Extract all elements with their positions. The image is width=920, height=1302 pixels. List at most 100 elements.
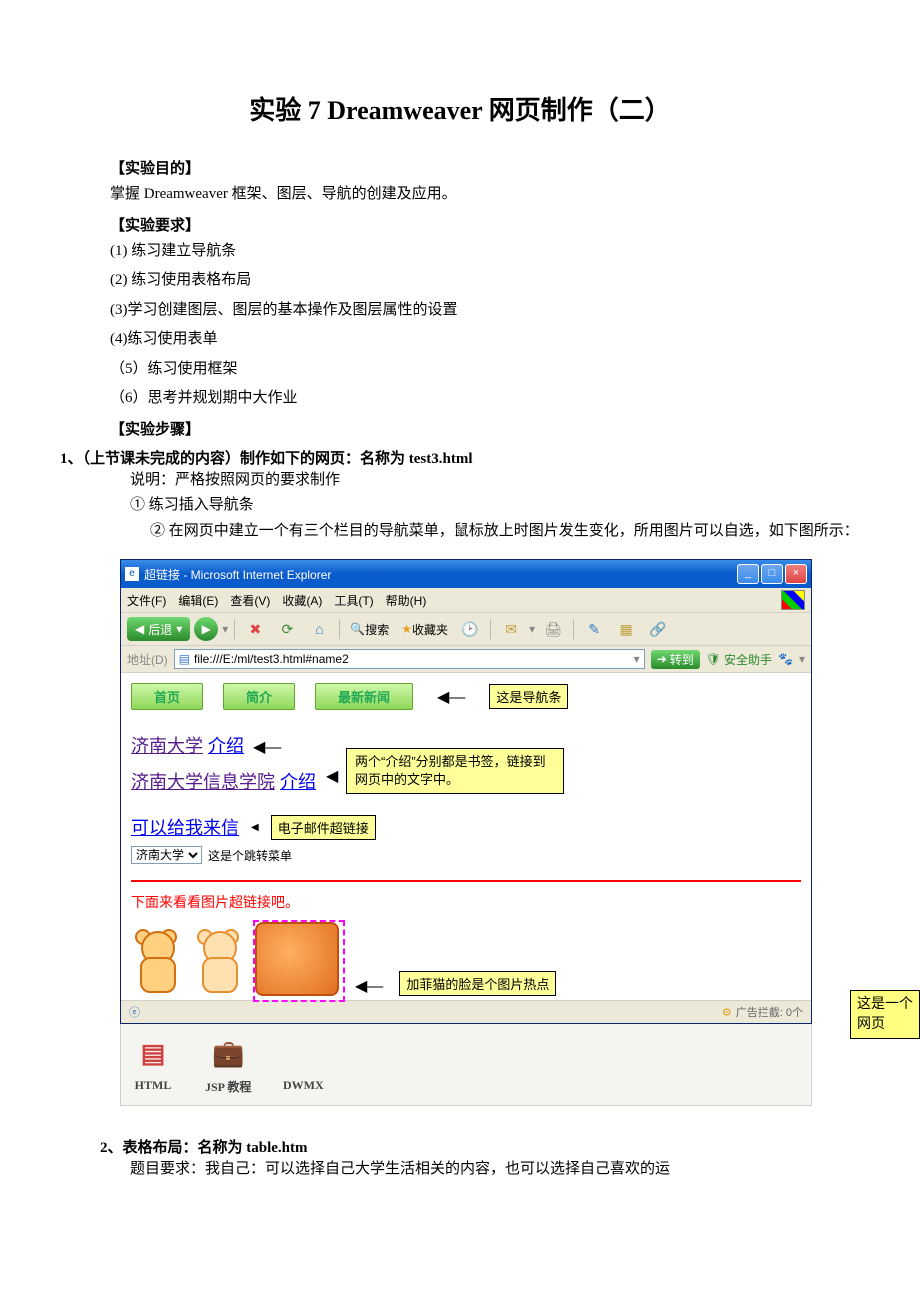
link-intro-1[interactable]: 介绍 <box>208 736 244 756</box>
security-helper[interactable]: 🛡 安全助手 <box>706 651 772 668</box>
heading-purpose: 【实验目的】 <box>110 157 860 178</box>
download-arrow-icon <box>281 1032 325 1076</box>
favorites-label: 收藏夹 <box>412 621 448 638</box>
separator <box>339 619 340 639</box>
ie-icon: e <box>125 567 139 581</box>
dropdown-icon: ▾ <box>176 622 182 636</box>
separator <box>573 619 574 639</box>
separator <box>490 619 491 639</box>
search-icon: 🔍 <box>350 622 365 636</box>
dropdown-icon: ▾ <box>799 652 805 666</box>
link-jinan-info[interactable]: 济南大学信息学院 <box>131 772 275 792</box>
go-button[interactable]: ➜ 转到 <box>651 650 700 669</box>
callout-email: 电子邮件超链接 <box>271 815 376 840</box>
status-left-icon: ⓔ <box>129 1004 140 1020</box>
mail-icon[interactable]: ✉ <box>497 618 525 640</box>
ad-block-icon: ⚙ <box>722 1006 732 1019</box>
menu-favorites[interactable]: 收藏(A) <box>282 592 322 609</box>
arrow-icon: ◀— <box>437 687 465 707</box>
link-jinan[interactable]: 济南大学 <box>131 736 203 756</box>
heading-steps: 【实验步骤】 <box>110 418 860 439</box>
step1-sub1: ① 练习插入导航条 <box>130 493 860 519</box>
windows-flag-icon <box>781 590 805 610</box>
maximize-button[interactable]: □ <box>761 564 783 584</box>
back-label: 后退 <box>148 621 172 638</box>
home-icon[interactable]: ⌂ <box>305 618 333 640</box>
link-icon[interactable]: 🔗 <box>644 618 672 640</box>
stop-icon[interactable]: ✖ <box>241 618 269 640</box>
app-html-label: HTML <box>131 1078 175 1093</box>
step2-desc: 题目要求：我自己：可以选择自己大学生活相关的内容，也可以选择自己喜欢的运 <box>130 1157 860 1183</box>
window-title: 超链接 - Microsoft Internet Explorer <box>144 566 331 583</box>
link-row-1: 济南大学 介绍 ◀— <box>131 732 316 758</box>
purpose-text: 掌握 Dreamweaver 框架、图层、导航的创建及应用。 <box>110 182 860 208</box>
favorites-button[interactable]: ★ 收藏夹 <box>397 618 452 640</box>
step1-title: 1、（上节课未完成的内容）制作如下的网页：名称为 test3.html <box>60 447 860 468</box>
app-dwmx[interactable]: DWMX <box>281 1032 325 1095</box>
menu-view[interactable]: 查看(V) <box>230 592 270 609</box>
tool-icon[interactable]: ▦ <box>612 618 640 640</box>
briefcase-icon: 💼 <box>206 1032 250 1076</box>
minimize-button[interactable]: _ <box>737 564 759 584</box>
app-html[interactable]: ▤ HTML <box>131 1032 175 1095</box>
step1-desc: 说明：严格按照网页的要求制作 <box>130 468 860 494</box>
search-label: 搜索 <box>365 621 389 638</box>
forward-button[interactable]: ▶ <box>194 617 218 641</box>
callout-navbar: 这是导航条 <box>489 684 568 709</box>
divider <box>131 880 801 882</box>
edit-icon[interactable]: ✎ <box>580 618 608 640</box>
req-3: (3)学习创建图层、图层的基本操作及图层属性的设置 <box>110 298 860 324</box>
back-button[interactable]: ◀ 后退 ▾ <box>127 617 190 641</box>
dropdown-icon[interactable]: ▾ <box>634 652 640 666</box>
menu-tools[interactable]: 工具(T) <box>334 592 373 609</box>
garfield-image-hotspot[interactable] <box>255 922 339 996</box>
req-2: (2) 练习使用表格布局 <box>110 268 860 294</box>
heading-requirements: 【实验要求】 <box>110 214 860 235</box>
window-titlebar: e 超链接 - Microsoft Internet Explorer _ □ … <box>121 560 811 588</box>
step1-sub2: ② 在网页中建立一个有三个栏目的导航菜单，鼠标放上时图片发生变化，所用图片可以自… <box>150 519 860 545</box>
app-jsp[interactable]: 💼 JSP 教程 <box>205 1032 251 1095</box>
app-icons-row: ▤ HTML 💼 JSP 教程 DWMX <box>120 1024 812 1106</box>
close-button[interactable]: × <box>785 564 807 584</box>
req-5: （5）练习使用框架 <box>110 357 860 383</box>
menu-help[interactable]: 帮助(H) <box>386 592 427 609</box>
url-text: file:///E:/ml/test3.html#name2 <box>194 652 349 666</box>
refresh-icon[interactable]: ⟳ <box>273 618 301 640</box>
req-1: (1) 练习建立导航条 <box>110 239 860 265</box>
link-email[interactable]: 可以给我来信 <box>131 814 239 840</box>
page-content: 首页 简介 最新新闻 ◀— 这是导航条 济南大学 介绍 ◀— 济南大学 <box>121 673 811 1000</box>
nav-home-button[interactable]: 首页 <box>131 683 203 710</box>
callout-hotspot: 加菲猫的脸是个图片热点 <box>399 971 556 996</box>
safe-label: 安全助手 <box>724 651 772 668</box>
nav-about-button[interactable]: 简介 <box>223 683 295 710</box>
search-button[interactable]: 🔍 搜索 <box>346 618 393 640</box>
doc-title: 实验 7 Dreamweaver 网页制作（二） <box>60 90 860 127</box>
dropdown-icon: ▾ <box>222 622 228 636</box>
dropdown-icon: ▾ <box>529 622 535 636</box>
nav-news-button[interactable]: 最新新闻 <box>315 683 413 710</box>
tiger-image[interactable] <box>131 931 181 996</box>
address-bar: 地址(D) ▤ file:///E:/ml/test3.html#name2 ▾… <box>121 646 811 673</box>
jump-menu-select[interactable]: 济南大学 <box>131 846 202 864</box>
arrow-icon: ◀ <box>326 766 338 786</box>
ie-window: e 超链接 - Microsoft Internet Explorer _ □ … <box>120 559 812 1024</box>
app-jsp-label: JSP 教程 <box>205 1078 251 1095</box>
step2-title: 2、表格布局：名称为 table.htm <box>100 1136 860 1157</box>
history-icon[interactable]: 🕑 <box>456 618 484 640</box>
link-intro-2[interactable]: 介绍 <box>280 772 316 792</box>
page-icon: ▤ <box>179 652 190 666</box>
address-input[interactable]: ▤ file:///E:/ml/test3.html#name2 ▾ <box>174 649 645 669</box>
menubar: 文件(F) 编辑(E) 查看(V) 收藏(A) 工具(T) 帮助(H) <box>121 588 811 613</box>
menu-edit[interactable]: 编辑(E) <box>178 592 218 609</box>
shield-icon: 🛡 <box>706 652 721 666</box>
address-label: 地址(D) <box>127 651 168 668</box>
ad-block-text: 广告拦截: 0个 <box>736 1004 803 1020</box>
print-icon[interactable]: 🖨 <box>539 618 567 640</box>
callout-webpage: 这是一个网页 <box>850 990 920 1039</box>
req-4: (4)练习使用表单 <box>110 327 860 353</box>
paw-icon[interactable]: 🐾 <box>778 652 793 666</box>
bear-image[interactable] <box>193 931 243 996</box>
menu-file[interactable]: 文件(F) <box>127 592 166 609</box>
req-6: （6）思考并规划期中大作业 <box>110 386 860 412</box>
go-arrow-icon: ➜ <box>657 652 667 666</box>
